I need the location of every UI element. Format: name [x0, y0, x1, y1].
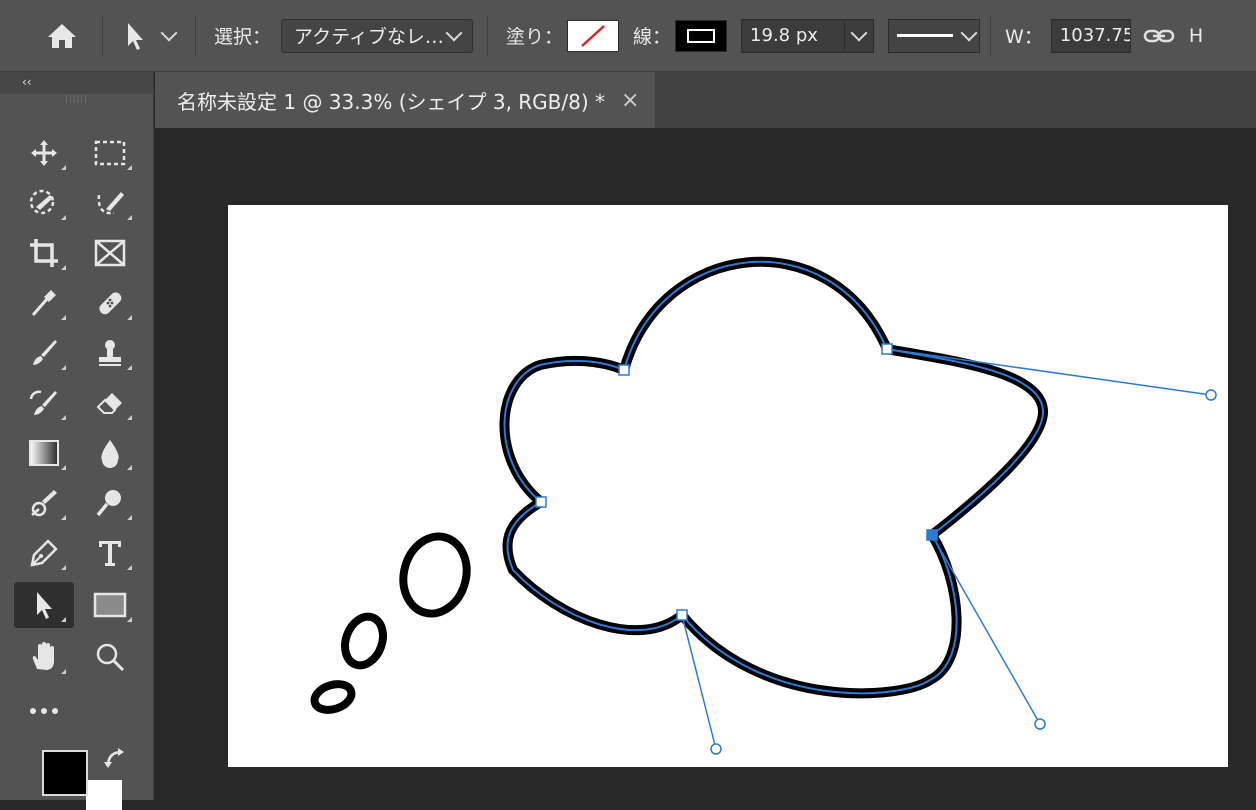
anchor-point[interactable]	[535, 496, 547, 508]
thought-bubble-small[interactable]	[310, 680, 356, 715]
anchor-point[interactable]	[881, 343, 893, 355]
anchor-point[interactable]	[618, 364, 630, 376]
direction-line	[886, 348, 1212, 396]
anchor-point-selected[interactable]	[926, 529, 938, 541]
thought-bubble-medium[interactable]	[339, 611, 390, 670]
direction-handle[interactable]	[1034, 718, 1046, 730]
direction-handle[interactable]	[1205, 389, 1217, 401]
direction-handle[interactable]	[710, 743, 722, 755]
cloud-path-outline	[503, 260, 1045, 695]
direction-line	[931, 534, 1041, 725]
anchor-point[interactable]	[676, 609, 688, 621]
cloud-shape[interactable]	[499, 256, 1048, 699]
foreground-color[interactable]	[42, 750, 88, 796]
thought-bubble-large[interactable]	[395, 529, 475, 620]
shape-overlay	[310, 256, 1217, 755]
